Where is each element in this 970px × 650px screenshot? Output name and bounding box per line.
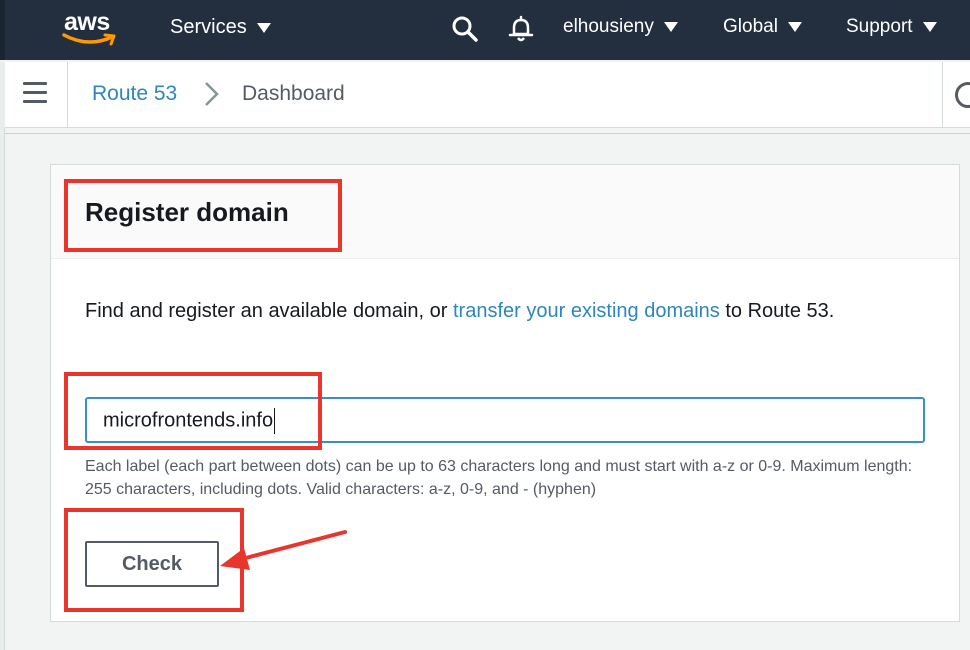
services-label: Services (170, 16, 247, 38)
caret-down-icon (256, 22, 271, 33)
info-icon[interactable] (955, 82, 970, 108)
content-separator (5, 128, 970, 134)
left-edge (0, 0, 5, 60)
search-icon[interactable] (450, 14, 480, 44)
description-text-before: Find and register an available domain, o… (85, 300, 453, 322)
chevron-right-icon (205, 82, 219, 106)
transfer-domains-link[interactable]: transfer your existing domains (453, 300, 720, 322)
aws-smile-icon (62, 33, 116, 46)
hamburger-icon[interactable] (23, 82, 47, 104)
services-menu[interactable]: Services (170, 16, 271, 39)
support-label: Support (846, 16, 913, 37)
region-menu[interactable]: Global (723, 16, 802, 38)
caret-down-icon (922, 22, 937, 32)
region-label: Global (723, 16, 778, 37)
left-edge (0, 62, 5, 128)
left-rail (0, 128, 5, 650)
account-label: elhousieny (563, 16, 654, 37)
breadcrumb-bar: Route 53 Dashboard (0, 62, 970, 128)
divider (67, 62, 68, 128)
bell-icon[interactable] (506, 14, 536, 44)
support-menu[interactable]: Support (846, 16, 937, 38)
annotation-arrow-icon (220, 530, 347, 570)
account-menu[interactable]: elhousieny (563, 16, 678, 38)
panel-description: Find and register an available domain, o… (85, 295, 925, 327)
breadcrumb-current: Dashboard (242, 82, 345, 105)
domain-constraints-hint: Each label (each part between dots) can … (85, 458, 913, 498)
top-navigation-bar: aws Services elhousieny Global Support (0, 0, 970, 60)
breadcrumb-route53-link[interactable]: Route 53 (92, 82, 177, 106)
caret-down-icon (787, 22, 802, 32)
aws-logo[interactable]: aws (62, 8, 122, 48)
divider (942, 62, 943, 128)
description-text-after: to Route 53. (719, 300, 835, 322)
caret-down-icon (663, 22, 678, 32)
annotation-box-title (64, 179, 342, 252)
annotation-box-input (64, 372, 322, 450)
